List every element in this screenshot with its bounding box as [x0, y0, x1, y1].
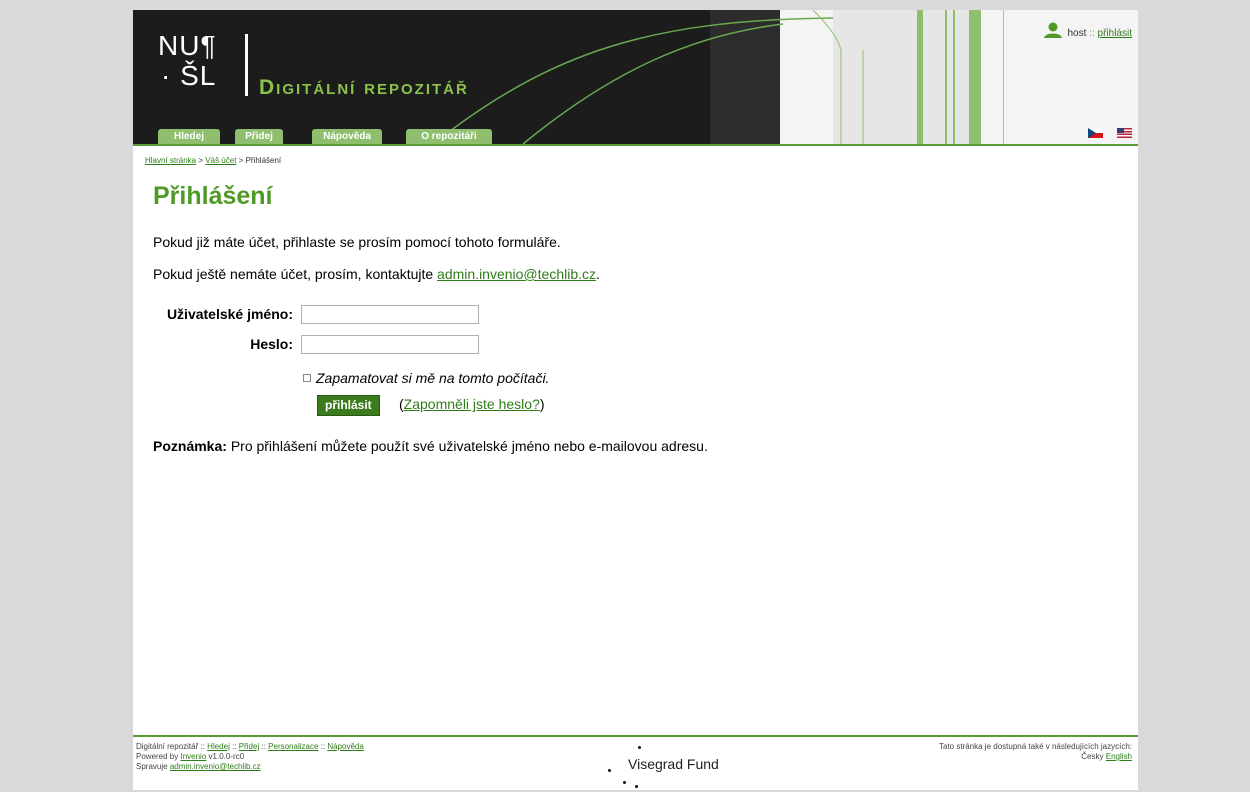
username-input[interactable] [301, 305, 479, 324]
footer-link-hledej[interactable]: Hledej [207, 742, 230, 751]
breadcrumb-separator: > [238, 156, 244, 165]
footer-link-napoveda[interactable]: Nápověda [327, 742, 363, 751]
user-separator: :: [1089, 28, 1095, 39]
visegrad-logo-dot [623, 781, 626, 784]
language-flags [1078, 128, 1132, 144]
user-box: host :: přihlásit [1043, 22, 1132, 41]
footer-site-name: Digitální repozitář [136, 742, 199, 751]
breadcrumb-account-link[interactable]: Váš účet [205, 156, 236, 165]
contact-email-link[interactable]: admin.invenio@techlib.cz [437, 266, 596, 282]
password-label: Heslo: [250, 336, 293, 352]
tab-pridej[interactable]: Přidej [235, 129, 283, 144]
breadcrumb-current: Přihlášení [245, 156, 282, 165]
forgot-password: (Zapomněli jste heslo?) [399, 396, 545, 412]
visegrad-fund-logo[interactable]: Visegrad Fund [628, 757, 719, 771]
password-input[interactable] [301, 335, 479, 354]
remember-checkbox[interactable] [303, 374, 311, 382]
footer-right: Tato stránka je dostupná také v následuj… [939, 742, 1132, 762]
tab-o-repozitari[interactable]: O repozitáři [406, 129, 492, 144]
login-button[interactable]: přihlásit [317, 395, 380, 416]
footer-separator: :: [200, 742, 205, 751]
breadcrumb: Hlavní stránka > Váš účet > Přihlášení [145, 156, 281, 165]
breadcrumb-separator: > [198, 156, 204, 165]
site-footer: Digitální repozitář :: Hledej :: Přidej … [133, 735, 1138, 792]
logo-text-bottom: · ŠL [161, 60, 217, 91]
visegrad-logo-dot [638, 746, 641, 749]
footer-lang-czech: Česky [1081, 752, 1104, 761]
site-title: Digitální repozitář [259, 76, 469, 99]
footer-lang-english-link[interactable]: English [1106, 752, 1132, 761]
footer-languages-text: Tato stránka je dostupná také v následuj… [939, 742, 1132, 751]
czech-flag-icon[interactable] [1087, 128, 1103, 138]
remember-row: Zapamatovat si mě na tomto počítači. [303, 370, 549, 386]
main-content: Přihlášení Pokud již máte účet, přihlast… [153, 182, 1113, 454]
user-name: host [1067, 28, 1087, 39]
intro-text: Pokud již máte účet, přihlaste se prosím… [153, 234, 561, 250]
breadcrumb-home-link[interactable]: Hlavní stránka [145, 156, 196, 165]
footer-separator: :: [320, 742, 326, 751]
footer-powered-by: Powered by [136, 752, 179, 761]
footer-left: Digitální repozitář :: Hledej :: Přidej … [136, 742, 364, 772]
footer-separator: :: [261, 742, 266, 751]
site-header: NU¶ · ŠL Digitální repozitář Hledej Přid… [133, 10, 1138, 146]
footer-invenio-link[interactable]: Invenio [180, 752, 206, 761]
contact-prefix: Pokud ještě nemáte účet, prosím, kontakt… [153, 266, 434, 282]
login-link[interactable]: přihlásit [1098, 28, 1132, 39]
tab-hledej[interactable]: Hledej [158, 129, 220, 144]
logo-text-top: NU¶ [158, 30, 217, 61]
forgot-password-link[interactable]: Zapomněli jste heslo? [404, 396, 540, 412]
visegrad-logo-dot [608, 769, 611, 772]
footer-link-pridej[interactable]: Přidej [239, 742, 259, 751]
username-label: Uživatelské jméno: [166, 306, 293, 322]
footer-link-personalizace[interactable]: Personalizace [268, 742, 318, 751]
note-label: Poznámka: [153, 438, 227, 454]
us-flag-icon[interactable] [1117, 128, 1132, 138]
forgot-close-paren: ) [539, 396, 545, 412]
username-row: Uživatelské jméno: [153, 306, 293, 322]
note-paragraph: Poznámka: Pro přihlášení můžete použít s… [153, 438, 708, 454]
footer-separator: :: [232, 742, 237, 751]
page-title: Přihlášení [153, 182, 273, 210]
remember-label: Zapamatovat si mě na tomto počítači. [316, 370, 550, 386]
footer-maintainer-email-link[interactable]: admin.invenio@techlib.cz [170, 762, 261, 771]
footer-version: v1.0.0-rc0 [208, 752, 245, 761]
password-row: Heslo: [153, 336, 293, 352]
contact-suffix: . [596, 266, 600, 282]
footer-maintained-by: Spravuje [136, 762, 168, 771]
page-container: NU¶ · ŠL Digitální repozitář Hledej Přid… [133, 10, 1138, 790]
user-icon [1043, 22, 1062, 41]
tab-napoveda[interactable]: Nápověda [312, 129, 382, 144]
note-text: Pro přihlášení můžete použít své uživate… [230, 438, 708, 454]
contact-paragraph: Pokud ještě nemáte účet, prosím, kontakt… [153, 266, 600, 282]
logo-divider [245, 34, 248, 96]
visegrad-logo-dot [635, 785, 638, 788]
